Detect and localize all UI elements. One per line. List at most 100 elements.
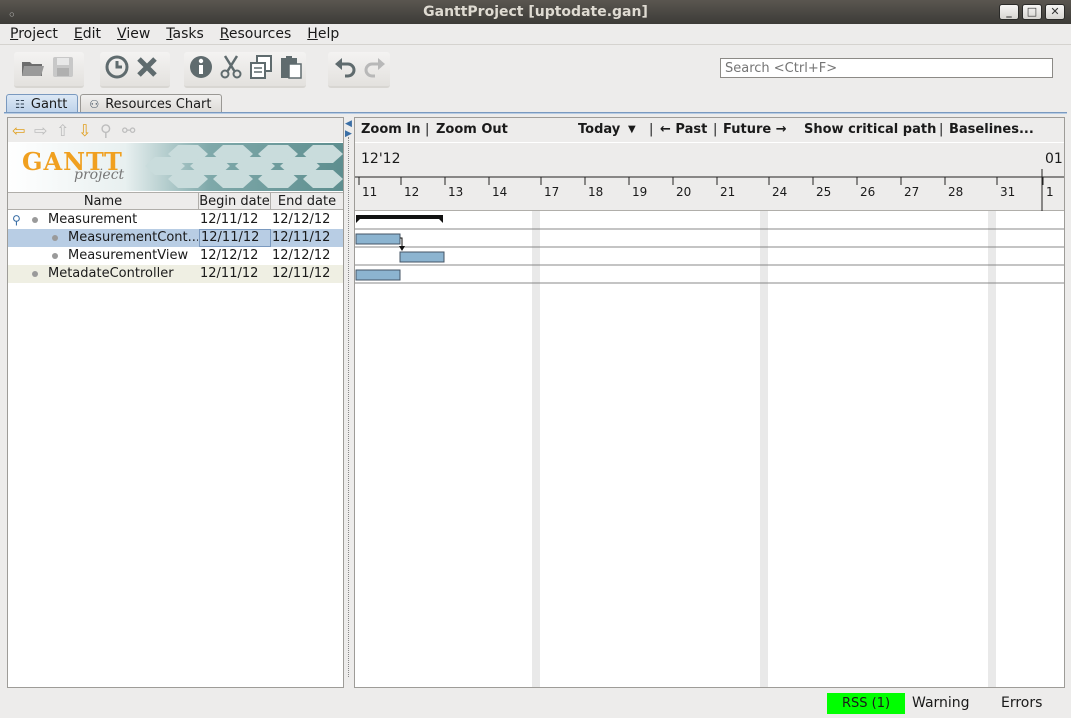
move-up-icon[interactable]: ⇧ bbox=[56, 121, 69, 140]
weekend-column bbox=[988, 211, 996, 687]
undo-icon[interactable] bbox=[332, 54, 358, 80]
column-header-begin-date[interactable]: Begin date bbox=[199, 193, 271, 210]
task-row[interactable]: MeasurementView 12/12/12 12/12/12 bbox=[8, 247, 343, 265]
history-icon[interactable] bbox=[104, 54, 130, 80]
link-icon[interactable]: ⚲ bbox=[100, 121, 112, 140]
weekend-column bbox=[760, 211, 768, 687]
timeline-day-label: 13 bbox=[448, 185, 464, 199]
menu-resources[interactable]: Resources bbox=[220, 26, 292, 42]
timeline-day-label: 28 bbox=[948, 185, 964, 199]
timeline-day-label: 18 bbox=[588, 185, 604, 199]
task-row[interactable]: MetadateController 12/11/12 12/11/12 bbox=[8, 265, 343, 283]
minimize-button[interactable]: _ bbox=[999, 4, 1019, 20]
task-tree-panel: ⇦ ⇨ ⇧ ⇩ ⚲ ⚯ GANTT project Name Begin dat… bbox=[7, 117, 344, 688]
critical-path-button[interactable]: Show critical path bbox=[804, 122, 936, 137]
zoom-out-button[interactable]: Zoom Out bbox=[436, 122, 508, 137]
task-name: MeasurementView bbox=[68, 248, 189, 263]
task-bullet-icon bbox=[52, 235, 58, 241]
task-name: Measurement bbox=[48, 212, 138, 227]
baselines-button[interactable]: Baselines... bbox=[949, 122, 1034, 137]
menu-tasks[interactable]: Tasks bbox=[166, 26, 204, 42]
rss-status-badge[interactable]: RSS (1) bbox=[827, 693, 905, 714]
errors-status-button[interactable]: Errors bbox=[1001, 695, 1042, 711]
task-table-header: Name Begin date End date bbox=[8, 192, 343, 210]
tab-resources-chart[interactable]: ⚇ Resources Chart bbox=[80, 94, 223, 113]
tab-underline bbox=[4, 112, 1067, 114]
column-header-end-date[interactable]: End date bbox=[271, 193, 343, 210]
menu-edit[interactable]: Edit bbox=[74, 26, 101, 42]
copy-icon[interactable] bbox=[248, 54, 274, 80]
menu-project[interactable]: Project bbox=[10, 26, 58, 42]
past-button[interactable]: ← Past bbox=[660, 122, 707, 137]
separator: | bbox=[425, 122, 430, 137]
panel-splitter[interactable]: ◀ ▶ bbox=[345, 117, 353, 688]
tab-resources-label: Resources Chart bbox=[105, 96, 212, 112]
unlink-icon[interactable]: ⚯ bbox=[122, 121, 135, 140]
task-begin-date: 12/12/12 bbox=[200, 248, 259, 263]
task-end-date: 12/11/12 bbox=[272, 230, 331, 245]
redo-icon[interactable] bbox=[362, 54, 388, 80]
timeline-day-label: 17 bbox=[544, 185, 560, 199]
save-icon[interactable] bbox=[50, 54, 76, 80]
task-begin-date[interactable]: 12/11/12 bbox=[199, 229, 271, 247]
delete-icon[interactable] bbox=[134, 54, 160, 80]
task-end-date: 12/11/12 bbox=[272, 266, 331, 281]
separator: | bbox=[713, 122, 718, 137]
tab-gantt-label: Gantt bbox=[30, 96, 68, 112]
timeline-day-label: 19 bbox=[632, 185, 648, 199]
task-row[interactable]: MeasurementCont... 12/11/12 12/11/12 bbox=[8, 229, 343, 247]
menu-view[interactable]: View bbox=[117, 26, 150, 42]
timeline-day-label: 26 bbox=[860, 185, 876, 199]
task-end-date: 12/12/12 bbox=[272, 212, 331, 227]
resources-tab-icon: ⚇ bbox=[89, 97, 100, 111]
search-input[interactable] bbox=[720, 58, 1053, 78]
paste-icon[interactable] bbox=[278, 54, 304, 80]
tree-expand-icon[interactable]: ⚲ bbox=[12, 211, 21, 229]
chevron-down-icon[interactable]: ▼ bbox=[628, 124, 636, 135]
task-begin-date: 12/11/12 bbox=[200, 212, 259, 227]
task-bar bbox=[355, 269, 401, 281]
timeline-ticks bbox=[355, 169, 1064, 211]
warning-status-button[interactable]: Warning bbox=[912, 695, 970, 711]
timeline-header: 12'12 01 11 12 13 14 17 18 19 20 21 24 25 26 27 28 31 1 bbox=[355, 143, 1064, 211]
today-button[interactable]: Today bbox=[578, 122, 620, 137]
separator: | bbox=[649, 122, 654, 137]
unindent-icon[interactable]: ⇦ bbox=[12, 121, 25, 140]
timeline-day-label: 14 bbox=[492, 185, 508, 199]
ganttproject-logo-banner: GANTT project bbox=[8, 143, 343, 191]
collapse-left-icon[interactable]: ◀ bbox=[345, 119, 352, 129]
open-folder-icon[interactable] bbox=[20, 54, 46, 80]
window-titlebar: ◦ GanttProject [uptodate.gan] _ □ ✕ bbox=[0, 0, 1071, 24]
column-header-name[interactable]: Name bbox=[8, 193, 199, 210]
logo-project-text: project bbox=[74, 167, 125, 183]
gantt-chart-area[interactable] bbox=[355, 211, 1064, 687]
task-bar bbox=[399, 251, 445, 263]
info-icon[interactable] bbox=[188, 54, 214, 80]
timeline-day-label: 11 bbox=[362, 185, 378, 199]
window-title: GanttProject [uptodate.gan] bbox=[423, 4, 648, 20]
timeline-day-label: 12 bbox=[404, 185, 420, 199]
task-row[interactable]: ⚲ Measurement 12/11/12 12/12/12 bbox=[8, 211, 343, 229]
task-name: MetadateController bbox=[48, 266, 174, 281]
tab-gantt[interactable]: ☷ Gantt bbox=[6, 94, 79, 113]
zoom-in-button[interactable]: Zoom In bbox=[361, 122, 420, 137]
timeline-day-label: 1 bbox=[1046, 185, 1054, 199]
move-down-icon[interactable]: ⇩ bbox=[78, 121, 91, 140]
indent-icon[interactable]: ⇨ bbox=[34, 121, 47, 140]
task-begin-date: 12/11/12 bbox=[200, 266, 259, 281]
chart-toolbar: Zoom In | Zoom Out Today ▼ | ← Past | Fu… bbox=[355, 118, 1064, 142]
summary-task-bar bbox=[356, 215, 443, 223]
future-button[interactable]: Future → bbox=[723, 122, 787, 137]
task-name: MeasurementCont... bbox=[68, 230, 198, 245]
task-bullet-icon bbox=[32, 217, 38, 223]
task-bar bbox=[355, 233, 401, 245]
weekend-column bbox=[532, 211, 540, 687]
rss-status-label: RSS (1) bbox=[841, 696, 891, 711]
menu-help[interactable]: Help bbox=[307, 26, 339, 42]
cut-icon[interactable] bbox=[218, 54, 244, 80]
maximize-button[interactable]: □ bbox=[1022, 4, 1042, 20]
gantt-chart-canvas[interactable] bbox=[355, 211, 1064, 687]
menu-bar: Project Edit View Tasks Resources Help bbox=[0, 24, 1071, 45]
gantt-chart-panel: Zoom In | Zoom Out Today ▼ | ← Past | Fu… bbox=[354, 117, 1065, 688]
close-button[interactable]: ✕ bbox=[1045, 4, 1065, 20]
